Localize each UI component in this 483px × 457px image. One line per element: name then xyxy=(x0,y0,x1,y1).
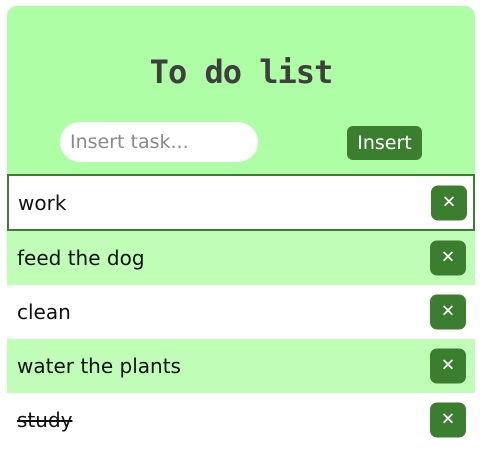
task-item[interactable]: feed the dog ✕ xyxy=(7,231,475,285)
task-text[interactable]: study xyxy=(17,408,72,432)
task-text[interactable]: feed the dog xyxy=(17,246,145,270)
task-text[interactable]: clean xyxy=(17,300,71,324)
task-list: work ✕ feed the dog ✕ clean ✕ water the … xyxy=(7,174,475,447)
task-text[interactable]: water the plants xyxy=(17,354,181,378)
task-input[interactable] xyxy=(60,122,258,162)
page-title: To do list xyxy=(149,53,334,91)
close-icon[interactable]: ✕ xyxy=(430,294,466,330)
close-icon[interactable]: ✕ xyxy=(431,185,467,220)
task-text[interactable]: work xyxy=(18,191,66,215)
task-item[interactable]: work ✕ xyxy=(7,174,475,231)
task-item[interactable]: water the plants ✕ xyxy=(7,339,475,393)
insert-button[interactable]: Insert xyxy=(347,126,422,160)
close-icon[interactable]: ✕ xyxy=(430,240,466,276)
close-icon[interactable]: ✕ xyxy=(430,348,466,384)
todo-header: To do list Insert xyxy=(7,6,475,174)
task-item-completed[interactable]: study ✕ xyxy=(7,393,475,447)
close-icon[interactable]: ✕ xyxy=(430,402,466,438)
task-item[interactable]: clean ✕ xyxy=(7,285,475,339)
